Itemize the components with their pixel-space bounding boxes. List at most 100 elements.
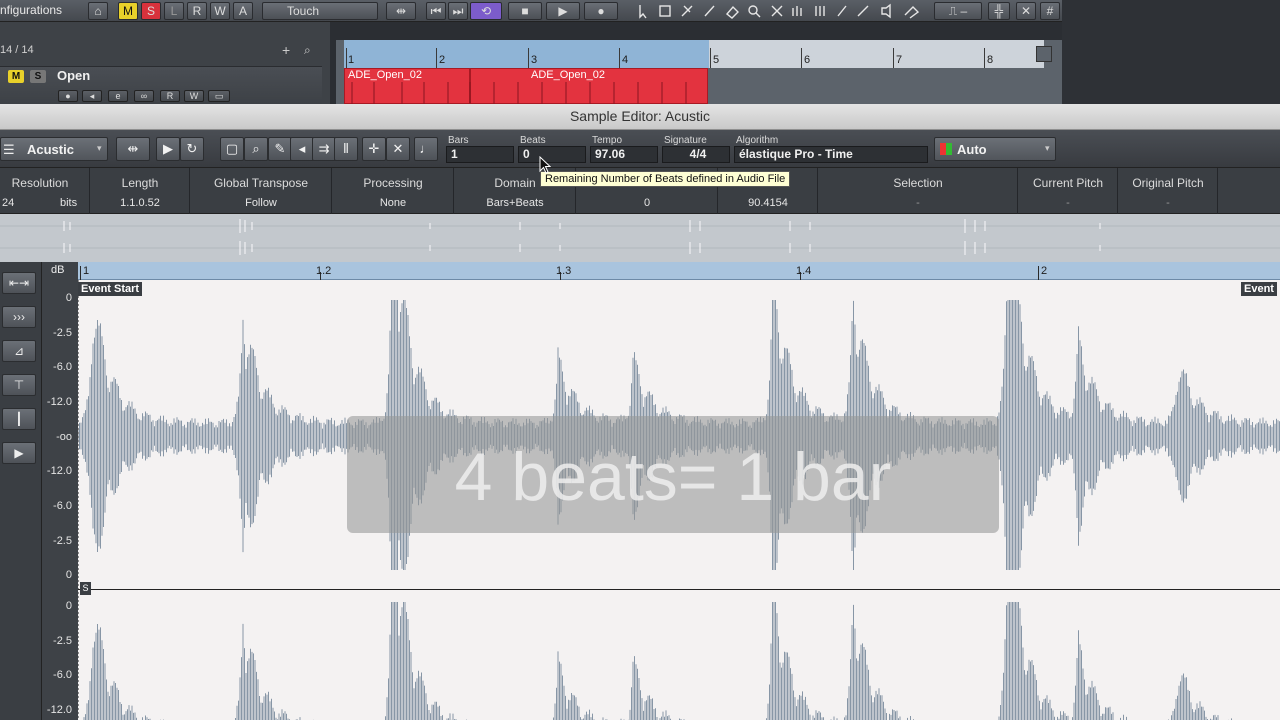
grid-icon[interactable]: #	[1040, 2, 1060, 20]
ruler-bar-3: 3	[531, 54, 538, 66]
bars-field[interactable]: 1	[446, 146, 514, 163]
lane-icon[interactable]: ▭	[208, 90, 230, 102]
freeze-icon[interactable]: ∞	[134, 90, 154, 102]
solo-all-button[interactable]: S	[141, 2, 161, 20]
track-solo-button[interactable]: S	[30, 70, 46, 83]
selection-label: Selection	[893, 176, 943, 190]
cycle-icon[interactable]: ⟲	[470, 2, 502, 20]
waveform-overview[interactable]	[0, 214, 1280, 262]
track-count: 14 / 14	[0, 44, 34, 56]
snap-icon[interactable]: ✕	[386, 137, 410, 161]
auto-label: Auto	[957, 142, 987, 157]
automation-mode-select[interactable]: Touch	[262, 2, 378, 20]
play-region-icon[interactable]: ▶	[2, 442, 36, 464]
read-button[interactable]: R	[187, 2, 207, 20]
domain-value[interactable]: Bars+Beats	[454, 197, 576, 209]
chevron-down-icon: ▾	[97, 143, 102, 153]
ruler-bar-1: 1	[348, 54, 355, 66]
editor-ruler[interactable]	[78, 262, 1280, 280]
vari-audio-icon[interactable]: ⊿	[2, 340, 36, 362]
monitor-icon[interactable]: ◂	[82, 90, 102, 102]
draw-icon[interactable]: ✎	[268, 137, 292, 161]
original-pitch-value[interactable]: -	[1118, 197, 1218, 209]
add-track-icon[interactable]: +	[282, 42, 290, 58]
selection-value[interactable]: -	[818, 197, 1018, 209]
quantize-icon[interactable]: ╬	[988, 2, 1010, 20]
listen-button[interactable]: L	[164, 2, 184, 20]
scrub-icon[interactable]: ⇉	[312, 137, 336, 161]
global-transpose-value[interactable]: Follow	[190, 197, 332, 209]
sustain-marker[interactable]: S	[80, 582, 91, 595]
record-enable-icon[interactable]: ●	[58, 90, 78, 102]
track-mute-button[interactable]: M	[8, 70, 24, 83]
zoom-to-fit-icon[interactable]: ⇤⇥	[2, 272, 36, 294]
hitpoints-icon[interactable]: ›››	[2, 306, 36, 328]
beats-field[interactable]: 0	[518, 146, 586, 163]
go-to-start-icon[interactable]: ⏮	[426, 2, 446, 20]
filter-icon[interactable]: ⊤	[2, 374, 36, 396]
color-swatch-icon	[940, 143, 952, 155]
db-tick: 0	[65, 569, 72, 581]
signature-field[interactable]: 4/4	[662, 146, 730, 163]
range-select-icon[interactable]: ▢	[220, 137, 244, 161]
current-pitch-value[interactable]: -	[1018, 197, 1118, 209]
speaker-icon[interactable]: ◂	[290, 137, 314, 161]
mute-all-button[interactable]: M	[118, 2, 138, 20]
current-pitch-label: Current Pitch	[1032, 176, 1104, 190]
length-value[interactable]: 1.1.0.52	[90, 197, 190, 209]
play-icon[interactable]: ▶	[546, 2, 580, 20]
snap-zero-crossing-icon[interactable]: ✛	[362, 137, 386, 161]
ruler-1-2: 1.2	[316, 265, 332, 277]
ruler-menu-icon[interactable]	[1036, 46, 1052, 62]
write-automation-icon[interactable]: W	[184, 90, 204, 102]
slice-icon[interactable]: ┃	[2, 408, 36, 430]
db-tick: -2.5	[53, 327, 72, 339]
algorithm-select[interactable]: élastique Pro - Time	[734, 146, 928, 163]
db-tick: -12.0	[46, 396, 72, 408]
loop-audition-icon[interactable]: ↻	[180, 137, 204, 161]
sample-editor-title: Sample Editor: Acustic	[569, 108, 711, 124]
edit-icon[interactable]: e	[108, 90, 128, 102]
auto-select[interactable]: Auto ▾	[934, 137, 1056, 161]
event-start-marker[interactable]: Event Start	[78, 282, 143, 296]
go-to-end-icon[interactable]: ⏭	[448, 2, 468, 20]
audio-part-2-name: ADE_Open_02	[531, 69, 605, 81]
beats-label: Beats	[520, 135, 546, 146]
event-end-marker[interactable]: Event	[1241, 282, 1277, 296]
original-pitch-label: Original Pitch	[1132, 176, 1204, 190]
write-button[interactable]: W	[210, 2, 230, 20]
info-value-0[interactable]: 0	[576, 197, 718, 209]
ruler-bar-2: 2	[439, 54, 446, 66]
processing-value[interactable]: None	[332, 197, 454, 209]
automation-a-button[interactable]: A	[233, 2, 253, 20]
cross-icon[interactable]: ✕	[1016, 2, 1036, 20]
zoom-icon[interactable]: ⌕	[244, 137, 268, 161]
ruler-2: 2	[1041, 265, 1048, 277]
event-name: Acustic	[27, 142, 74, 157]
resolution-label: Resolution	[11, 176, 69, 190]
stop-icon[interactable]: ■	[508, 2, 542, 20]
configurations-label[interactable]: nfigurations	[0, 3, 62, 17]
mouse-cursor-icon	[539, 155, 552, 179]
resolution-value[interactable]: 24	[2, 197, 14, 209]
part-waveform-icon	[351, 82, 687, 104]
ruler-bar-4: 4	[622, 54, 629, 66]
show-info-icon[interactable]: ⇹	[116, 137, 150, 161]
event-name-select[interactable]: ☰ Acustic ▾	[0, 137, 108, 161]
tempo-field[interactable]: 97.06	[590, 146, 658, 163]
warp-icon[interactable]: ⦀	[334, 137, 358, 161]
musical-mode-icon[interactable]: ♩	[414, 137, 438, 161]
audition-play-icon[interactable]: ▶	[156, 137, 180, 161]
db-tick: -6.0	[53, 500, 72, 512]
record-icon[interactable]: ●	[584, 2, 618, 20]
read-automation-icon[interactable]: R	[160, 90, 180, 102]
cycle-region[interactable]	[344, 40, 709, 68]
ruler-bar-7: 7	[896, 54, 903, 66]
toolbox-icons	[639, 3, 920, 19]
track-name: Open	[57, 68, 91, 83]
snap-type-select[interactable]: ⎍ –	[934, 2, 982, 20]
search-icon[interactable]: ⌕	[304, 43, 311, 58]
snap-mode-icon[interactable]: ⇹	[386, 2, 416, 20]
home-icon[interactable]: ⌂	[88, 2, 108, 20]
info-value-tempo[interactable]: 90.4154	[718, 197, 818, 209]
